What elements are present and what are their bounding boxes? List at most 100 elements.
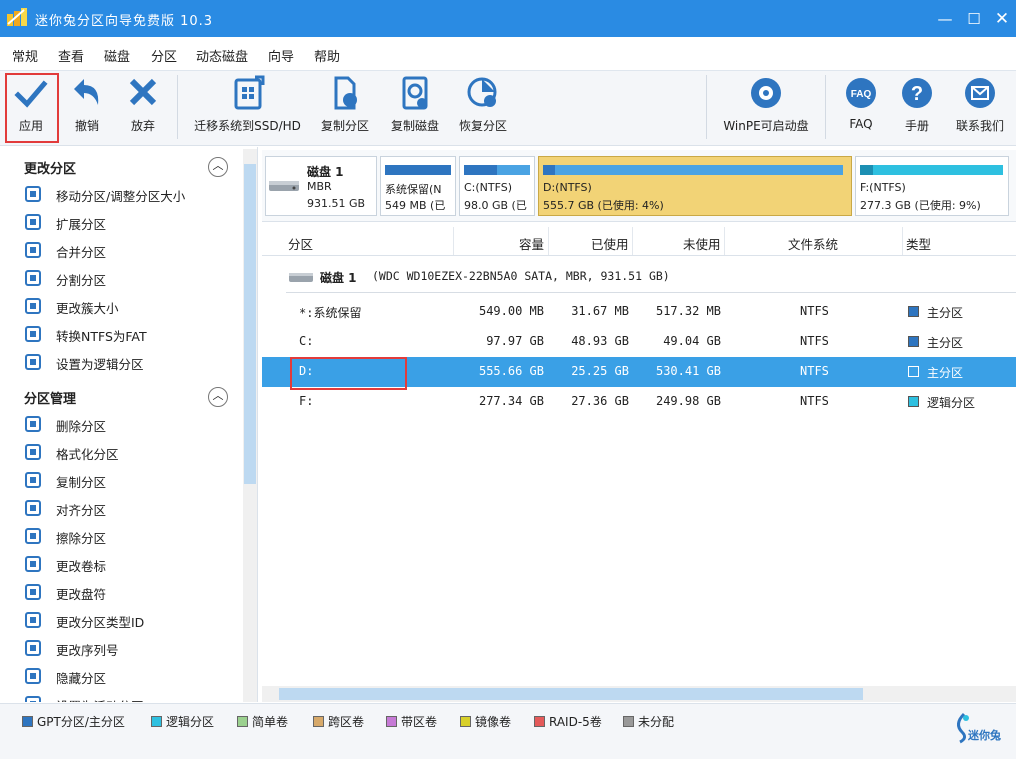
sidebar-scroll-thumb[interactable] [244,164,256,484]
collapse-up-icon[interactable]: ︿ [208,387,228,407]
menu-dynamic-disk[interactable]: 动态磁盘 [196,46,248,65]
copy-disk-button[interactable]: 复制磁盘 [384,75,446,134]
disk-map-partition[interactable]: F:(NTFS) 277.3 GB (已使用: 9%) [855,156,1009,216]
manual-label: 手册 [904,119,929,133]
col-unused[interactable]: 未使用 [683,234,721,253]
sidebar-item[interactable]: 隐藏分区 [24,665,239,687]
winpe-bootable-button[interactable]: WinPE可启动盘 [718,75,814,134]
legend-label: RAID-5卷 [549,715,602,729]
sidebar-item[interactable]: 设置为活动分区 [24,693,239,702]
sidebar-item[interactable]: 分割分区 [24,267,239,289]
discard-button[interactable]: 放弃 [120,75,166,134]
collapse-up-icon[interactable]: ︿ [208,157,228,177]
usage-bar [543,165,843,175]
table-row[interactable]: *:系统保留 549.00 MB 31.67 MB 517.32 MB NTFS 主分区 [262,297,1016,327]
cell-cap: 555.66 GB [478,364,544,378]
sidebar-item[interactable]: 更改序列号 [24,637,239,659]
cell-name: C: [299,334,314,348]
recover-partition-label: 恢复分区 [458,119,507,133]
usage-fill [543,165,555,175]
sidebar-item[interactable]: 更改卷标 [24,553,239,575]
cell-fs: NTFS [800,304,829,318]
disk-map: 磁盘 1 MBR 931.51 GB 系统保留(N 549 MB (已 C:(N… [262,150,1016,222]
disk-row[interactable]: 磁盘 1 (WDC WD10EZEX-22BN5A0 SATA, MBR, 93… [262,262,1016,292]
legend-item: 逻辑分区 [151,713,214,730]
faq-button[interactable]: FAQ FAQ [840,75,882,131]
menu-wizard[interactable]: 向导 [268,46,294,65]
sidebar-item[interactable]: 格式化分区 [24,441,239,463]
col-type[interactable]: 类型 [906,234,931,253]
disk-map-partition[interactable]: C:(NTFS) 98.0 GB (已 [459,156,535,216]
winpe-label: WinPE可启动盘 [723,119,809,133]
sidebar-item-label: 合并分区 [56,245,107,260]
apply-highlight-box [5,73,59,143]
legend-swatch [623,716,634,727]
contact-label: 联系我们 [955,119,1004,133]
sidebar-item-label: 扩展分区 [56,217,107,232]
migrate-os-button[interactable]: 迁移系统到SSD/HD [190,75,305,134]
sidebar-item[interactable]: 删除分区 [24,413,239,435]
disk-map-disk[interactable]: 磁盘 1 MBR 931.51 GB [265,156,377,216]
legend-item: 跨区卷 [313,713,364,730]
close-button[interactable]: ✕ [989,6,1015,32]
sidebar-item-label: 更改簇大小 [56,301,119,316]
legend-label: 镜像卷 [475,715,512,729]
cell-free: 530.41 GB [655,364,721,378]
usage-bar [464,165,530,175]
sidebar-item[interactable]: 擦除分区 [24,525,239,547]
undo-button[interactable]: 撤销 [64,75,110,134]
set-logical-icon [24,352,44,372]
sidebar-item[interactable]: 扩展分区 [24,211,239,233]
cell-cap: 549.00 MB [478,304,544,318]
cell-used: 31.67 MB [571,304,629,318]
sidebar-item-label: 更改序列号 [56,643,119,658]
disk-map-partition-selected[interactable]: D:(NTFS) 555.7 GB (已使用: 4%) [538,156,852,216]
sidebar-item[interactable]: 设置为逻辑分区 [24,351,239,373]
sidebar-item[interactable]: 合并分区 [24,239,239,261]
migrate-os-icon [234,75,264,110]
column-separator [632,227,633,255]
cell-type: 逻辑分区 [927,396,976,410]
copy-partition-label: 复制分区 [320,119,369,133]
sidebar-item[interactable]: 移动分区/调整分区大小 [24,183,239,205]
manual-button[interactable]: ? 手册 [896,75,938,134]
contact-us-button[interactable]: 联系我们 [950,75,1010,134]
toolbar-separator [706,75,707,139]
menu-view[interactable]: 查看 [58,46,84,65]
sidebar-item[interactable]: 复制分区 [24,469,239,491]
menu-help[interactable]: 帮助 [314,46,340,65]
table-row[interactable]: C: 97.97 GB 48.93 GB 49.04 GB NTFS 主分区 [262,327,1016,357]
menu-partition[interactable]: 分区 [151,46,177,65]
table-row[interactable]: F: 277.34 GB 27.36 GB 249.98 GB NTFS 逻辑分区 [262,387,1016,417]
column-separator [724,227,725,255]
cell-name: F: [299,394,314,408]
legend-item: RAID-5卷 [534,713,602,730]
partition-size: 549 MB (已 [385,199,446,212]
cell-free: 517.32 MB [655,304,721,318]
menu-disk[interactable]: 磁盘 [104,46,130,65]
sidebar-item[interactable]: 更改分区类型ID [24,609,239,631]
minimize-button[interactable]: — [932,6,958,32]
maximize-button[interactable]: ☐ [961,6,987,32]
sidebar-item[interactable]: 更改簇大小 [24,295,239,317]
discard-x-icon [129,78,157,106]
disk-map-partition[interactable]: 系统保留(N 549 MB (已 [380,156,456,216]
sidebar-item[interactable]: 更改盘符 [24,581,239,603]
col-filesystem[interactable]: 文件系统 [788,234,838,253]
brand-name: 迷你兔 [968,729,1001,742]
disk-row-name: 磁盘 1 [320,271,357,285]
partition-label: F:(NTFS) [860,181,906,194]
recover-partition-button[interactable]: 恢复分区 [452,75,514,134]
sidebar-item-label: 删除分区 [56,419,107,434]
col-capacity[interactable]: 容量 [519,234,544,253]
partition-label: C:(NTFS) [464,181,513,194]
table-scroll-thumb[interactable] [279,688,863,700]
copy-partition-button[interactable]: 复制分区 [314,75,376,134]
menu-general[interactable]: 常规 [12,46,38,65]
serial-icon [24,638,44,658]
sidebar-item[interactable]: 转换NTFS为FAT [24,323,239,345]
col-partition[interactable]: 分区 [288,234,313,253]
col-used[interactable]: 已使用 [591,234,629,253]
disk-map-size: 931.51 GB [307,197,366,210]
sidebar-item[interactable]: 对齐分区 [24,497,239,519]
